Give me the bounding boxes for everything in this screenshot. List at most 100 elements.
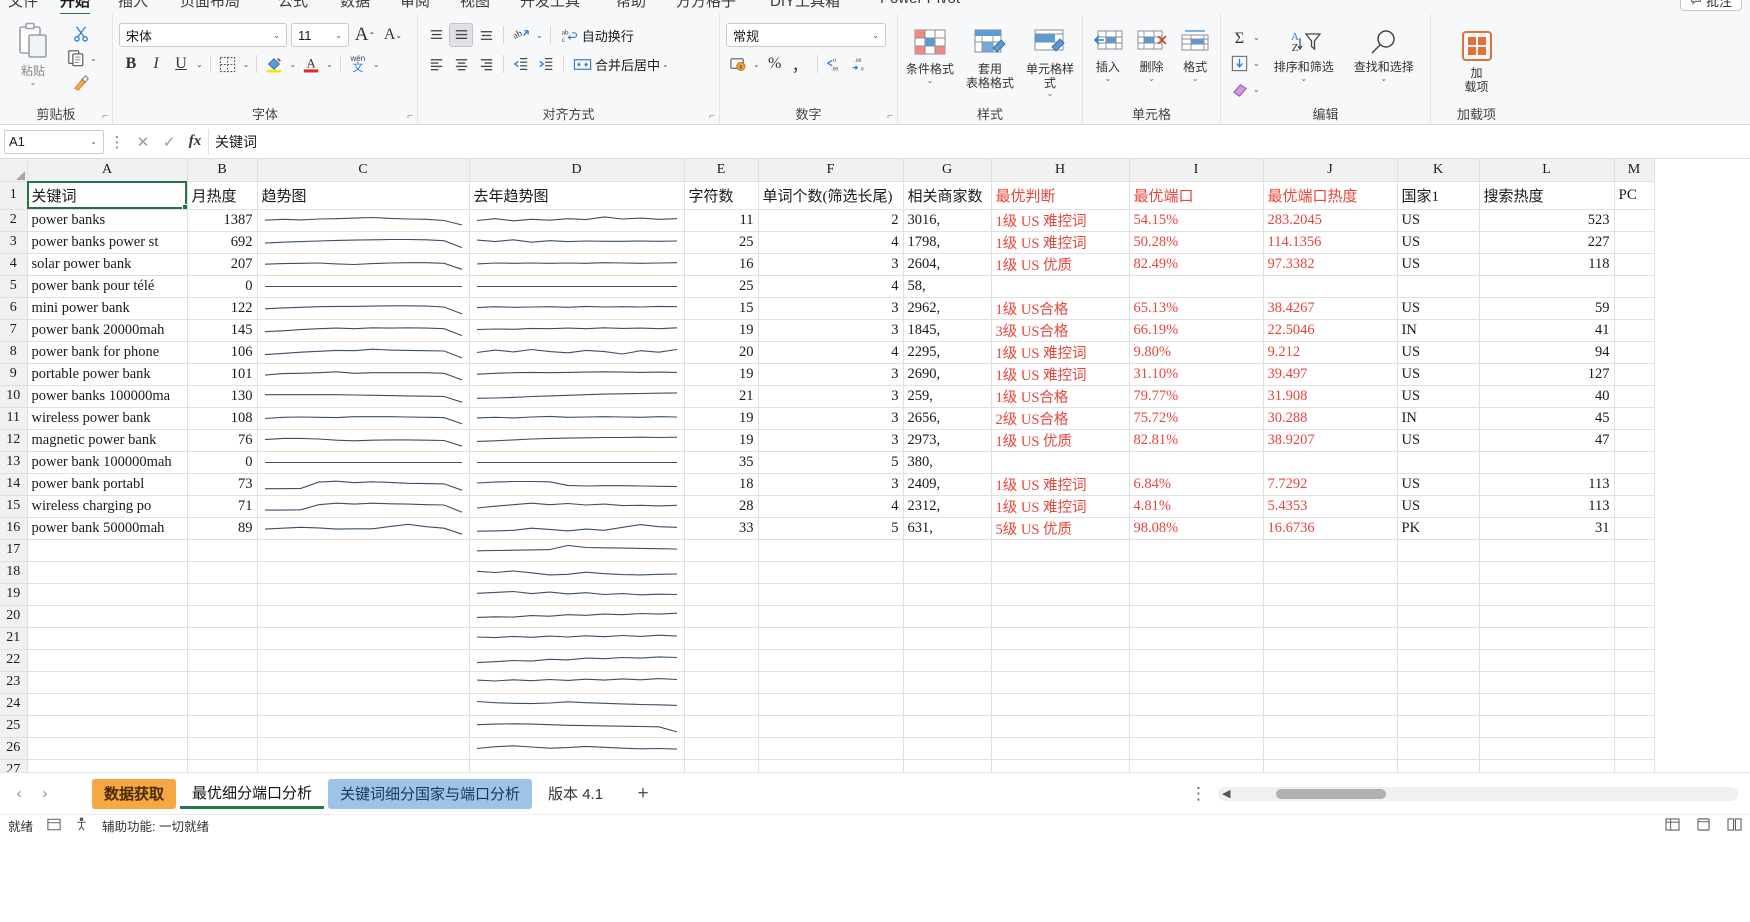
alignment-dialog-launcher[interactable]: ⌐ <box>709 111 715 122</box>
row-header-9[interactable]: 9 <box>0 363 28 386</box>
number-dialog-launcher[interactable]: ⌐ <box>887 111 893 122</box>
cell-I27[interactable] <box>1129 759 1264 772</box>
sparkline-trend-4[interactable] <box>257 253 470 276</box>
cell-H26[interactable] <box>991 737 1130 760</box>
cell-I20[interactable] <box>1129 605 1264 628</box>
column-header-F[interactable]: F <box>758 159 904 182</box>
cell-F23[interactable] <box>758 671 904 694</box>
cell-I23[interactable] <box>1129 671 1264 694</box>
cell-A2[interactable]: power banks <box>27 209 188 232</box>
increase-decimal-button[interactable]: 0 .00 <box>823 52 847 76</box>
cell-L14[interactable]: 113 <box>1479 473 1615 496</box>
sheet-tab-optimal-port-analysis[interactable]: 最优细分端口分析 <box>180 778 325 809</box>
cell-L17[interactable] <box>1479 539 1615 562</box>
cell-J10[interactable]: 31.908 <box>1263 385 1398 408</box>
name-box[interactable]: A1 ⌄ <box>4 129 104 154</box>
column-header-G[interactable]: G <box>903 159 992 182</box>
table-row[interactable]: 17 <box>0 539 1655 562</box>
cell-J18[interactable] <box>1263 561 1398 584</box>
header-cell-D[interactable]: 去年趋势图 <box>469 181 685 210</box>
table-row[interactable]: 7 power bank 20000mah 145 19 3 1845, 3级 US合格 66… <box>0 319 1655 342</box>
sparkline-trend-18[interactable] <box>257 561 470 584</box>
text-orientation-button[interactable]: ab <box>509 23 533 47</box>
cell-B18[interactable] <box>187 561 258 584</box>
cell-G11[interactable]: 2656, <box>903 407 992 430</box>
cell-H9[interactable]: 1级 US 难控词 <box>991 363 1130 386</box>
cell-F22[interactable] <box>758 649 904 672</box>
scroll-left-icon[interactable]: ◀ <box>1218 787 1234 800</box>
cancel-icon[interactable]: ✕ <box>130 133 156 151</box>
cell-M6[interactable] <box>1614 297 1655 320</box>
cell-I7[interactable]: 66.19% <box>1129 319 1264 342</box>
page-layout-icon[interactable] <box>47 818 61 834</box>
copy-button[interactable] <box>64 46 88 70</box>
sparkline-lastyear-26[interactable] <box>469 737 685 760</box>
cell-I16[interactable]: 98.08% <box>1129 517 1264 540</box>
cell-K24[interactable] <box>1397 693 1480 716</box>
sheet-tab-version[interactable]: 版本 4.1 <box>536 779 615 809</box>
cell-L13[interactable] <box>1479 451 1615 474</box>
ribbon-tab-diy-toolbox[interactable]: DIY工具箱 <box>770 0 840 11</box>
cell-M2[interactable] <box>1614 209 1655 232</box>
column-header-I[interactable]: I <box>1129 159 1264 182</box>
row-header-26[interactable]: 26 <box>0 737 28 760</box>
table-row[interactable]: 2 power banks 1387 11 2 3016, 1级 US 难控词 54.15% 2… <box>0 209 1655 232</box>
header-cell-J[interactable]: 最优端口热度 <box>1263 181 1398 210</box>
cell-B7[interactable]: 145 <box>187 319 258 342</box>
cell-G10[interactable]: 259, <box>903 385 992 408</box>
sparkline-lastyear-9[interactable] <box>469 363 685 386</box>
cell-A5[interactable]: power bank pour télé <box>27 275 188 298</box>
sparkline-trend-3[interactable] <box>257 231 470 254</box>
cell-K14[interactable]: US <box>1397 473 1480 496</box>
comma-format-button[interactable]: ， <box>788 52 812 76</box>
cell-J2[interactable]: 283.2045 <box>1263 209 1398 232</box>
chevron-down-icon[interactable]: ⌄ <box>194 60 205 69</box>
row-header-8[interactable]: 8 <box>0 341 28 364</box>
cell-B22[interactable] <box>187 649 258 672</box>
cell-K22[interactable] <box>1397 649 1480 672</box>
cell-A10[interactable]: power banks 100000ma <box>27 385 188 408</box>
cell-K12[interactable]: US <box>1397 429 1480 452</box>
cell-K17[interactable] <box>1397 539 1480 562</box>
sparkline-lastyear-17[interactable] <box>469 539 685 562</box>
cell-I24[interactable] <box>1129 693 1264 716</box>
cell-E6[interactable]: 15 <box>684 297 759 320</box>
table-row[interactable]: 21 <box>0 627 1655 650</box>
select-all-corner[interactable] <box>0 159 28 182</box>
cell-L12[interactable]: 47 <box>1479 429 1615 452</box>
row-header-18[interactable]: 18 <box>0 561 28 584</box>
fill-color-button[interactable] <box>262 52 286 76</box>
cell-H11[interactable]: 2级 US合格 <box>991 407 1130 430</box>
autosum-button[interactable]: Σ <box>1227 25 1251 49</box>
cell-L11[interactable]: 45 <box>1479 407 1615 430</box>
comments-button[interactable]: 批注 <box>1679 0 1742 11</box>
table-row[interactable]: 14 power bank portabl 73 18 3 2409, 1级 US 难控词 6… <box>0 473 1655 496</box>
cell-M4[interactable] <box>1614 253 1655 276</box>
cell-L8[interactable]: 94 <box>1479 341 1615 364</box>
cell-F15[interactable]: 4 <box>758 495 904 518</box>
sparkline-lastyear-5[interactable] <box>469 275 685 298</box>
cell-B13[interactable]: 0 <box>187 451 258 474</box>
increase-indent-button[interactable] <box>534 52 558 76</box>
cell-G4[interactable]: 2604, <box>903 253 992 276</box>
cell-J26[interactable] <box>1263 737 1398 760</box>
cell-K25[interactable] <box>1397 715 1480 738</box>
sparkline-lastyear-8[interactable] <box>469 341 685 364</box>
cell-L21[interactable] <box>1479 627 1615 650</box>
cell-M25[interactable] <box>1614 715 1655 738</box>
cell-I14[interactable]: 6.84% <box>1129 473 1264 496</box>
cell-E15[interactable]: 28 <box>684 495 759 518</box>
cell-E13[interactable]: 35 <box>684 451 759 474</box>
next-sheet-icon[interactable]: › <box>32 781 58 807</box>
addins-button[interactable]: 加 载项 <box>1454 26 1500 94</box>
cell-F24[interactable] <box>758 693 904 716</box>
column-header-C[interactable]: C <box>257 159 470 182</box>
cell-J21[interactable] <box>1263 627 1398 650</box>
cell-F16[interactable]: 5 <box>758 517 904 540</box>
sparkline-trend-22[interactable] <box>257 649 470 672</box>
sparkline-trend-19[interactable] <box>257 583 470 606</box>
row-header-24[interactable]: 24 <box>0 693 28 716</box>
cell-B10[interactable]: 130 <box>187 385 258 408</box>
cell-G13[interactable]: 380, <box>903 451 992 474</box>
cell-K21[interactable] <box>1397 627 1480 650</box>
